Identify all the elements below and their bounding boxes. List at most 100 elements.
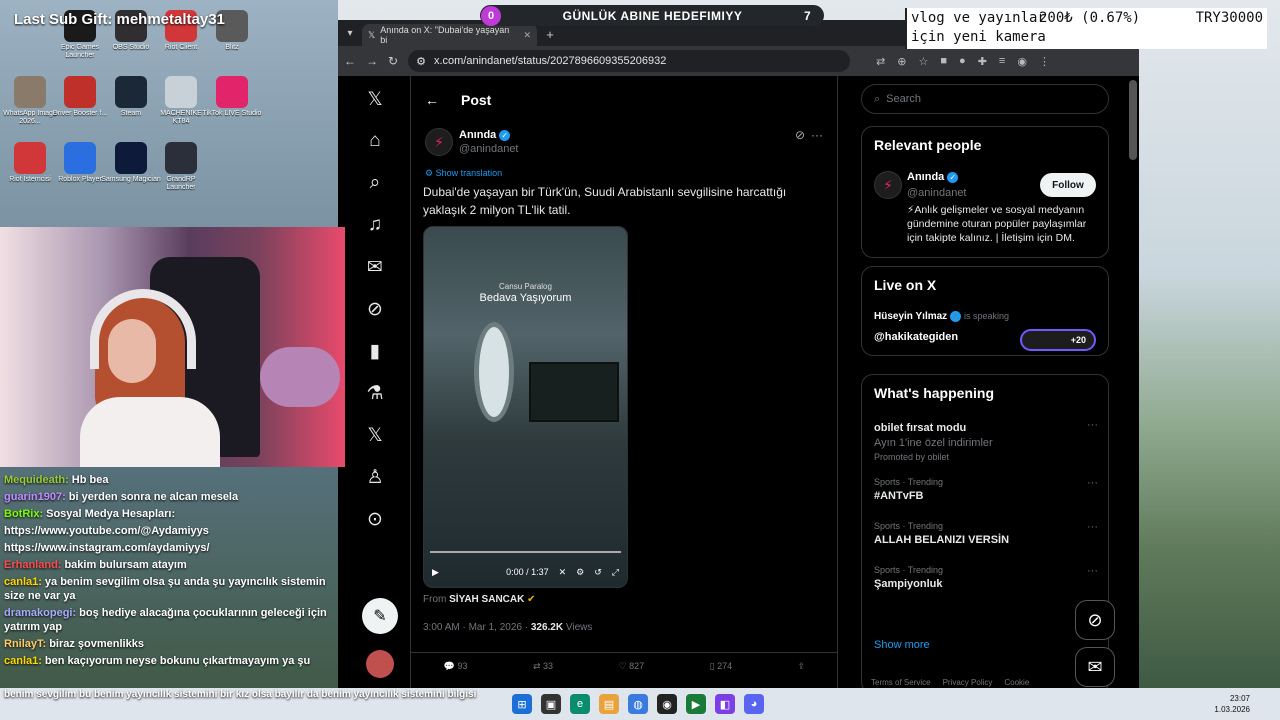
live-status: is speaking xyxy=(963,311,1009,322)
messages-icon[interactable]: ✉ xyxy=(360,252,390,282)
relevant-name-row[interactable]: Anında ✓ xyxy=(907,171,959,183)
footer-link[interactable]: Terms of Service xyxy=(871,678,931,687)
show-more-link[interactable]: Show more xyxy=(874,639,930,651)
trend-item[interactable]: Sports · Trending Şampiyonluk ··· xyxy=(874,565,1098,590)
post-actions: 💬 93 ⇄ 33 ♡ 827 ▯ 274 ⇪ xyxy=(411,652,837,680)
chat-text: https://www.youtube.com/@Aydamiyys xyxy=(4,525,209,537)
relevant-handle[interactable]: @anindanet xyxy=(907,187,967,199)
extension-icon[interactable]: ■ xyxy=(940,55,947,68)
url-field[interactable]: ⚙ x.com/anindanet/status/202789660935520… xyxy=(408,50,851,72)
translate-icon[interactable]: ⇄ xyxy=(876,55,885,68)
trend-item[interactable]: obilet fırsat modu Ayın 1'ine özel indiri… xyxy=(874,419,1098,462)
extension-icon-2[interactable]: ● xyxy=(959,55,966,68)
author-handle[interactable]: @anindanet xyxy=(459,143,519,155)
footer-link[interactable]: Privacy Policy xyxy=(943,678,993,687)
file-explorer-icon[interactable]: ▤ xyxy=(599,694,619,714)
chat-message: canla1: ya benim sevgilim olsa şu anda şu… xyxy=(4,575,334,603)
live-on-x-card[interactable]: Live on X Hüseyin Yılmaz ✓ is speaking @h… xyxy=(861,266,1109,356)
jobs-icon[interactable]: ⚗ xyxy=(360,378,390,408)
twitch-icon[interactable]: ◧ xyxy=(715,694,735,714)
happening-title: What's happening xyxy=(874,385,994,401)
repost-button[interactable]: ⇄ 33 xyxy=(533,661,553,672)
post-compose-button[interactable]: ✎ xyxy=(362,598,398,634)
mute-icon[interactable]: ✕ xyxy=(559,567,567,578)
grok-explain-icon[interactable]: ⊘ xyxy=(795,128,805,142)
trend-more-icon[interactable]: ··· xyxy=(1087,477,1098,489)
chat-text: Sosyal Medya Hesapları: xyxy=(46,508,176,520)
extensions-puzzle-icon[interactable]: ✚ xyxy=(978,55,987,68)
menu-icon[interactable]: ⋮ xyxy=(1039,55,1050,68)
app-icon[interactable]: ▶ xyxy=(686,694,706,714)
loop-icon[interactable]: ↺ xyxy=(594,567,602,578)
bookmarks-icon[interactable]: ▮ xyxy=(360,336,390,366)
trend-sub: Ayın 1'ine özel indirimler xyxy=(874,437,993,449)
video-progress-bar[interactable] xyxy=(430,551,621,553)
post-video[interactable]: Cansu Paralog Bedava Yaşıyorum ▶ 0:00 / … xyxy=(423,226,628,588)
profile-icon[interactable]: ◉ xyxy=(1017,55,1027,68)
explore-icon[interactable]: ⌕ xyxy=(360,168,390,198)
scrollbar[interactable] xyxy=(1129,80,1137,160)
reload-icon[interactable]: ↻ xyxy=(388,54,398,68)
chat-username: Erhanland: xyxy=(4,559,62,571)
chat-username: RnilayT: xyxy=(4,638,47,650)
task-view-icon[interactable]: ▣ xyxy=(541,694,561,714)
desktop-icon[interactable]: TikTok LIVE Studio xyxy=(202,76,262,118)
grok-icon[interactable]: ⊘ xyxy=(360,294,390,324)
site-info-icon[interactable]: ⚙ xyxy=(416,55,426,68)
camera-goal-panel: vlog ve yayınlar için yeni kamera 200₺ (… xyxy=(905,8,1267,49)
back-arrow-icon[interactable]: ← xyxy=(425,92,439,108)
camera-goal-target: TRY30000 xyxy=(1195,10,1263,26)
chat-username: BotRix: xyxy=(4,508,44,520)
views-label: Views xyxy=(565,622,593,633)
trend-item[interactable]: Sports · Trending #ANTvFB ··· xyxy=(874,477,1098,502)
settings-icon[interactable]: ⚙ xyxy=(576,567,584,578)
profile-icon[interactable]: ♙ xyxy=(360,462,390,492)
trend-more-icon[interactable]: ··· xyxy=(1087,565,1098,577)
search-input[interactable]: ⌕ Search xyxy=(861,84,1109,114)
trend-more-icon[interactable]: ··· xyxy=(1087,521,1098,533)
author-avatar[interactable]: ⚡ xyxy=(425,128,453,156)
windows-taskbar: benim sevgilim bu benim yayıncılık siste… xyxy=(0,688,1280,720)
zoom-icon[interactable]: ⊕ xyxy=(897,55,906,68)
relevant-name: Anında xyxy=(907,171,945,183)
obs-icon[interactable]: ◉ xyxy=(657,694,677,714)
more-options-icon[interactable]: ··· xyxy=(811,128,823,142)
bookmark-star-icon[interactable]: ☆ xyxy=(919,55,929,68)
premium-x-icon[interactable]: 𝕏 xyxy=(360,420,390,450)
media-icon[interactable]: ≡ xyxy=(999,55,1005,68)
tab-search-icon[interactable]: ▾ xyxy=(338,20,362,46)
desktop-icon[interactable]: GrandRP Launcher xyxy=(151,142,211,192)
account-avatar[interactable] xyxy=(366,650,394,678)
new-tab-icon[interactable]: + xyxy=(537,24,563,46)
chat-text: ya benim sevgilim olsa şu anda şu yayınc… xyxy=(4,576,326,602)
trend-more-icon[interactable]: ··· xyxy=(1087,419,1098,431)
author-name-row[interactable]: Anında ✓ xyxy=(459,129,511,141)
play-icon[interactable]: ▶ xyxy=(432,567,439,578)
chrome-icon[interactable]: ◍ xyxy=(628,694,648,714)
notifications-icon[interactable]: ♫ xyxy=(360,210,390,240)
from-name[interactable]: SİYAH SANCAK xyxy=(449,594,524,605)
share-icon[interactable]: ⇪ xyxy=(798,661,806,672)
show-translation-text: Show translation xyxy=(435,168,503,178)
home-icon[interactable]: ⌂ xyxy=(360,126,390,156)
reply-button[interactable]: 💬 93 xyxy=(444,661,468,672)
fullscreen-icon[interactable]: ⤢ xyxy=(612,567,619,578)
like-button[interactable]: ♡ 827 xyxy=(619,661,645,672)
relevant-avatar[interactable]: ⚡ xyxy=(874,171,902,199)
show-translation-link[interactable]: ⚙ Show translation xyxy=(425,168,502,179)
follow-button[interactable]: Follow xyxy=(1040,173,1096,197)
more-icon[interactable]: ⊙ xyxy=(360,504,390,534)
bookmark-button[interactable]: ▯ 274 xyxy=(710,661,732,672)
back-icon[interactable]: ← xyxy=(344,54,356,68)
tab-active[interactable]: 𝕏 Anında on X: "Dubai'de yaşayan bi ✕ xyxy=(362,24,537,46)
x-logo-icon[interactable]: 𝕏 xyxy=(360,84,390,114)
system-clock[interactable]: 23:07 1.03.2026 xyxy=(1214,693,1250,715)
messages-fab-icon[interactable]: ✉ xyxy=(1075,647,1115,687)
edge-icon[interactable]: e xyxy=(570,694,590,714)
trend-item[interactable]: Sports · Trending ALLAH BELANIZI VERSİN ··… xyxy=(874,521,1098,546)
close-tab-icon[interactable]: ✕ xyxy=(523,30,531,41)
forward-icon[interactable]: → xyxy=(366,54,378,68)
start-icon[interactable]: ⊞ xyxy=(512,694,532,714)
grok-fab-icon[interactable]: ⊘ xyxy=(1075,600,1115,640)
discord-icon[interactable]: ◕ xyxy=(744,694,764,714)
